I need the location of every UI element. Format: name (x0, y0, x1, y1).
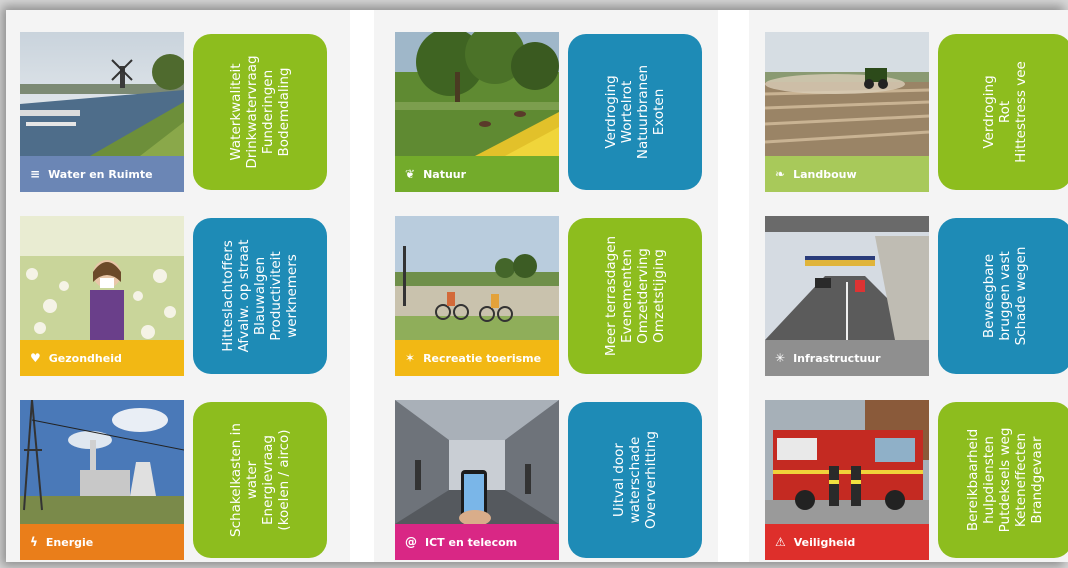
sector-name: Natuur (423, 167, 467, 181)
impact-line: Waterkwaliteit (228, 63, 244, 161)
impact-card: Verdroging Wortelrot Natuurbranen Exoten (568, 34, 702, 190)
impact-line: Beweegbare (981, 253, 997, 339)
sector-name: Infrastructuur (793, 351, 881, 365)
sector-photo: ✳ Infrastructuur (765, 216, 929, 376)
sector-photo: ❧ Landbouw (765, 32, 929, 192)
sector-cell-infrastructuur: ✳ Infrastructuur Beweegbare bruggen vast… (765, 216, 1068, 376)
impact-line: waterschade (627, 436, 643, 524)
sector-label: ϟ Energie (20, 524, 184, 560)
sector-photo: ♥ Gezondheid (20, 216, 184, 376)
impact-line: Hitteslachtoffers (220, 240, 236, 352)
power-plant-photo (20, 400, 184, 524)
impact-line: hulpdiensten (981, 436, 997, 524)
impact-card: Meer terrasdagen Evenementen Omzetdervin… (568, 218, 702, 374)
station-smartphone-photo (395, 400, 559, 524)
impact-line: Rot (997, 100, 1013, 124)
impact-line: Bodemdaling (276, 67, 292, 157)
impact-line: Evenementen (619, 249, 635, 343)
leaf-icon: ❧ (775, 167, 786, 181)
impact-line: Omzetstijging (651, 249, 667, 343)
canal-landscape-photo (20, 32, 184, 156)
sector-photo: ≡ Water en Ruimte (20, 32, 184, 192)
impact-line: (koelen / airco) (276, 429, 292, 531)
impact-line: Afvalw. op straat (236, 239, 252, 353)
impact-line: Energievraag (260, 435, 276, 525)
impact-line: Putdeksels weg (997, 427, 1013, 533)
sector-label: ♥ Gezondheid (20, 340, 184, 376)
sector-name: Veiligheid (793, 535, 856, 549)
sector-name: ICT en telecom (425, 535, 518, 549)
sector-overview-frame: ≡ Water en Ruimte Waterkwaliteit Drinkwa… (6, 10, 1068, 562)
sector-photo: @ ICT en telecom (395, 400, 559, 560)
impact-card: Verdroging Rot Hittestress vee (938, 34, 1068, 190)
menu-lines-icon: ≡ (30, 167, 41, 181)
impact-line: Oververhitting (643, 431, 659, 529)
impact-card: Hitteslachtoffers Afvalw. op straat Blau… (193, 218, 327, 374)
highway-tunnel-photo (765, 216, 929, 340)
sector-cell-energie: ϟ Energie Schakelkasten in water Energie… (20, 400, 355, 560)
sector-photo: ⚠ Veiligheid (765, 400, 929, 560)
sector-cell-natuur: ❦ Natuur Verdroging Wortelrot Natuurbran… (395, 32, 730, 192)
impact-line: Hittestress vee (1013, 61, 1029, 163)
lightning-icon: ϟ (30, 535, 38, 549)
impact-line: Keteneffecten (1013, 432, 1029, 528)
sector-photo: ✶ Recreatie toerisme (395, 216, 559, 376)
impact-line: Brandgevaar (1029, 436, 1045, 524)
impact-line: Uitval door (611, 443, 627, 517)
sector-cell-water-en-ruimte: ≡ Water en Ruimte Waterkwaliteit Drinkwa… (20, 32, 355, 192)
impact-line: Natuurbranen (635, 64, 651, 160)
sector-cell-landbouw: ❧ Landbouw Verdroging Rot Hittestress ve… (765, 32, 1068, 192)
impact-line: Verdroging (603, 75, 619, 149)
tractor-field-photo (765, 32, 929, 156)
impact-line: Meer terrasdagen (603, 235, 619, 357)
sector-cell-veiligheid: ⚠ Veiligheid Bereikbaarheid hulpdiensten… (765, 400, 1068, 560)
sector-name: Recreatie toerisme (423, 351, 542, 365)
sector-cell-recreatie-toerisme: ✶ Recreatie toerisme Meer terrasdagen Ev… (395, 216, 730, 376)
impact-line: Blauwalgen (252, 256, 268, 336)
sector-name: Water en Ruimte (48, 167, 153, 181)
heart-icon: ♥ (30, 351, 41, 365)
sector-name: Energie (45, 535, 94, 549)
sector-label: ≡ Water en Ruimte (20, 156, 184, 192)
impact-line: Bereikbaarheid (965, 428, 981, 532)
sector-label: @ ICT en telecom (395, 524, 559, 560)
sector-label: ❧ Landbouw (765, 156, 929, 192)
sector-name: Landbouw (793, 167, 857, 181)
fire-truck-photo (765, 400, 929, 524)
sector-name: Gezondheid (48, 351, 122, 365)
sector-label: ✶ Recreatie toerisme (395, 340, 559, 376)
warning-icon: ⚠ (775, 535, 786, 549)
impact-card: Uitval door waterschade Oververhitting (568, 402, 702, 558)
impact-line: Funderingen (260, 69, 276, 155)
flower-icon: ❦ (405, 167, 416, 181)
impact-line: Omzetderving (635, 248, 651, 344)
nature-meadow-photo (395, 32, 559, 156)
impact-line: Wortelrot (619, 80, 635, 144)
at-sign-icon: @ (405, 535, 417, 549)
impact-line: Schakelkasten in (228, 423, 244, 537)
impact-card: Beweegbare bruggen vast Schade wegen (938, 218, 1068, 374)
sector-photo: ϟ Energie (20, 400, 184, 560)
impact-card: Schakelkasten in water Energievraag (koe… (193, 402, 327, 558)
junction-icon: ✳ (775, 351, 786, 365)
impact-line: Schade wegen (1013, 246, 1029, 346)
impact-line: Productiviteit (268, 251, 284, 341)
sector-cell-gezondheid: ♥ Gezondheid Hitteslachtoffers Afvalw. o… (20, 216, 355, 376)
sector-cell-ict-en-telecom: @ ICT en telecom Uitval door waterschade… (395, 400, 730, 560)
hayfever-woman-photo (20, 216, 184, 340)
impact-line: Verdroging (981, 75, 997, 149)
impact-line: water (244, 460, 260, 500)
impact-line: Exoten (651, 88, 667, 136)
impact-line: bruggen vast (997, 251, 1013, 341)
sector-label: ❦ Natuur (395, 156, 559, 192)
runner-icon: ✶ (405, 351, 416, 365)
sector-label: ✳ Infrastructuur (765, 340, 929, 376)
impact-card: Waterkwaliteit Drinkwatervraag Fundering… (193, 34, 327, 190)
impact-card: Bereikbaarheid hulpdiensten Putdeksels w… (938, 402, 1068, 558)
sector-label: ⚠ Veiligheid (765, 524, 929, 560)
sector-photo: ❦ Natuur (395, 32, 559, 192)
impact-line: werknemers (284, 254, 300, 338)
impact-line: Drinkwatervraag (244, 55, 260, 169)
cyclists-photo (395, 216, 559, 340)
